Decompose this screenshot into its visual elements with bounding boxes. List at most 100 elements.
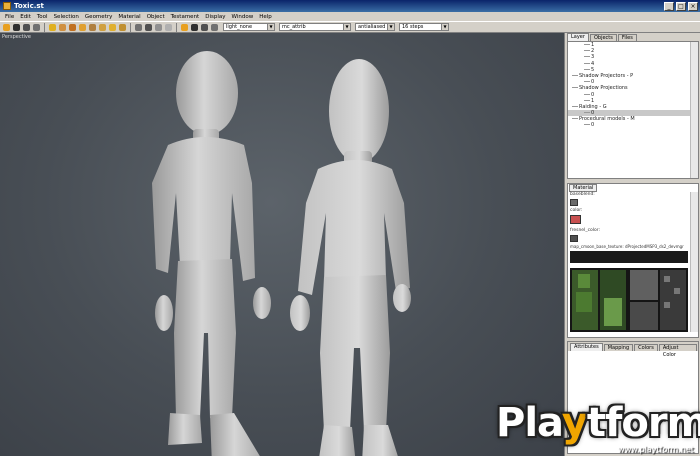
steps-combo[interactable]: 16 steps ▼ [399,23,449,31]
toolbar-button[interactable] [118,23,127,32]
toolbar-button[interactable] [134,23,143,32]
tree-connector [572,118,578,120]
fresnel-swatch[interactable] [570,235,578,242]
tree-connector [584,81,590,83]
antialias-combo[interactable]: antialiased ▼ [355,23,395,31]
tree-item-label: 0 [591,79,595,86]
toolbar-button[interactable] [200,23,209,32]
texture-strip[interactable] [570,251,688,263]
tool-icon [165,23,172,31]
material-panel: Material baseblend: color: fresnel_color… [567,183,699,338]
toolbar-button[interactable] [210,23,219,32]
3d-viewport[interactable]: Perspective [0,33,564,456]
tree-connector [584,93,590,95]
tool-icon [181,23,188,31]
menu-bar: File Edit Tool Selection Geometry Materi… [0,12,700,21]
menu-tool[interactable]: Tool [34,14,51,20]
menu-geometry[interactable]: Geometry [82,14,115,20]
tool-icon [211,23,218,31]
toolbar-button[interactable] [68,23,77,32]
toolbar-button[interactable] [78,23,87,32]
toolbar-button[interactable] [144,23,153,32]
watermark-url: www.playtform.net [618,445,694,454]
tree-scrollbar[interactable] [690,42,698,178]
minimize-button[interactable]: _ [664,1,674,11]
window-title: Toxic.st [14,2,44,10]
character-front[interactable] [152,51,271,456]
toolbar-button[interactable] [58,23,67,32]
toolbar-button[interactable] [108,23,117,32]
menu-object[interactable]: Object [144,14,168,20]
tool-icon [69,23,76,31]
tree-item-label: 5 [591,66,595,73]
close-button[interactable]: × [688,1,698,11]
tree-connector [584,112,590,114]
logo-part: Pla [496,400,563,446]
logo-part: y [561,400,588,446]
right-panel: Layer Objects Files 1 2 3 4 5 Shadow Projecto… [564,33,700,456]
character-back[interactable] [290,59,411,456]
logo-part: tform [586,400,700,446]
tree-item-label: 2 [591,48,595,55]
toolbar-separator [176,22,177,32]
tab-layer[interactable]: Layer [567,33,589,41]
material-combo[interactable]: mc_attrib ▼ [279,23,351,31]
fresnel-label: fresnel_color: [570,228,601,233]
material-scrollbar[interactable] [690,192,698,332]
light-combo[interactable]: light_none ▼ [223,23,275,31]
tree-item-label: 0 [591,122,595,129]
tree-connector [584,124,590,126]
tool-icon [135,23,142,31]
tab-material[interactable]: Material [569,184,598,192]
tab-attributes[interactable]: Attributes [570,343,603,351]
tree-item-label: 0 [591,91,595,98]
layer-tree: 1 2 3 4 5 Shadow Projectors - P 0 Shadow Projec… [567,41,699,179]
chevron-down-icon: ▼ [441,24,448,30]
toolbar-button[interactable] [88,23,97,32]
toolbar-button[interactable] [180,23,189,32]
tab-objects[interactable]: Objects [589,34,617,41]
tree-item[interactable]: 0 [568,122,698,128]
toolbar-button[interactable] [2,23,11,32]
base-swatch[interactable] [570,199,578,206]
tool-icon [119,23,126,31]
toolbar-separator [44,22,45,32]
toolbar-button[interactable] [154,23,163,32]
maximize-button[interactable]: □ [676,1,686,11]
tool-icon [33,23,40,31]
toolbar-button[interactable] [22,23,31,32]
menu-testament[interactable]: Testament [168,14,203,20]
toolbar-button[interactable] [190,23,199,32]
tool-icon [3,23,10,31]
toolbar-button[interactable] [98,23,107,32]
toolbar-button[interactable] [32,23,41,32]
tree-item-label: 4 [591,60,595,67]
menu-file[interactable]: File [2,14,17,20]
tab-files[interactable]: Files [617,34,637,41]
menu-help[interactable]: Help [256,14,275,20]
menu-window[interactable]: Window [229,14,257,20]
toolbar-button[interactable] [48,23,57,32]
toolbar-button[interactable] [164,23,173,32]
toolbar-separator [130,22,131,32]
tree-connector [584,68,590,70]
texture-thumbnail[interactable] [570,268,688,332]
tab-mapping[interactable]: Mapping [603,344,634,351]
tree-item-label: Procedural models - M [579,116,635,123]
toolbar-button[interactable] [12,23,21,32]
tab-adjust-color[interactable]: Adjust Color [658,344,697,358]
tree-connector [584,99,590,101]
tree-connector [584,44,590,45]
menu-selection[interactable]: Selection [51,14,82,20]
menu-edit[interactable]: Edit [17,14,34,20]
tree-connector [584,56,590,58]
tool-icon [201,23,208,31]
menu-material[interactable]: Material [115,14,143,20]
menu-display[interactable]: Display [202,14,228,20]
texture-label: map_cmoon_base_texture: dProjectedMSP3_d… [570,244,684,249]
tree-item-label: 3 [591,54,595,61]
color-swatch[interactable] [570,215,581,224]
tab-colors[interactable]: Colors [634,344,658,351]
tree-connector [584,62,590,64]
chevron-down-icon: ▼ [387,24,394,30]
